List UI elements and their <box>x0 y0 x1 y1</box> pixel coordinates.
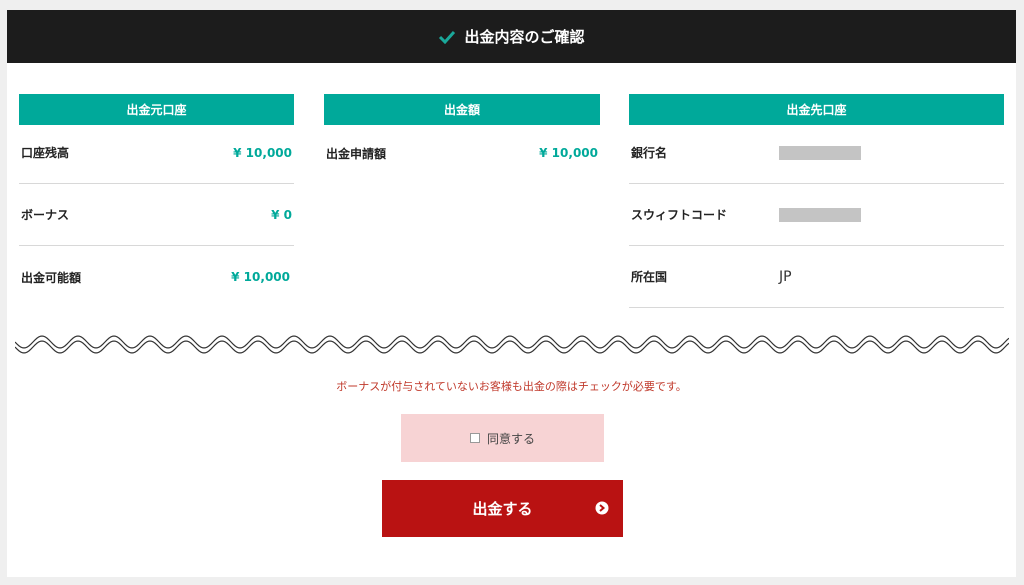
masked-bank-name <box>779 145 861 160</box>
agree-checkbox[interactable]: 同意する <box>401 414 604 462</box>
destination-account-heading: 出金先口座 <box>629 94 1004 125</box>
row-value: ¥ 10,000 <box>231 270 290 284</box>
source-row-balance: 口座残高 ¥ 10,000 <box>19 122 294 184</box>
checkmark-icon <box>438 30 456 44</box>
row-value: ¥ 0 <box>271 207 292 222</box>
source-row-bonus: ボーナス ¥ 0 <box>19 184 294 246</box>
amount-row-requested: 出金申請額 ¥ 10,000 <box>324 122 600 184</box>
notice-text: ボーナスが付与されていないお客様も出金の際はチェックが必要です。 <box>336 380 687 393</box>
row-label: 出金申請額 <box>326 146 387 161</box>
destination-row-bank: 銀行名 <box>629 122 1004 184</box>
row-label: 所在国 <box>631 270 668 284</box>
row-value: ¥ 10,000 <box>233 145 292 160</box>
row-label: 銀行名 <box>631 146 668 160</box>
destination-row-country: 所在国 JP <box>629 246 1004 308</box>
withdraw-button[interactable]: 出金する <box>382 480 623 537</box>
destination-row-swift: スウィフトコード <box>629 184 1004 246</box>
row-label: 出金可能額 <box>21 270 82 285</box>
masked-swift-code <box>779 207 861 222</box>
row-value: ¥ 10,000 <box>539 146 598 160</box>
checkbox-icon[interactable] <box>469 433 480 443</box>
wavy-divider <box>15 335 1009 354</box>
row-label: スウィフトコード <box>631 208 728 222</box>
confirmation-panel: 出金内容のご確認 出金元口座 口座残高 ¥ 10,000 ボーナス ¥ 0 出金… <box>7 10 1016 577</box>
source-account-heading: 出金元口座 <box>19 94 294 125</box>
agree-label: 同意する <box>486 431 535 446</box>
arrow-right-circle-icon <box>595 501 609 515</box>
page-header: 出金内容のご確認 <box>7 10 1016 63</box>
amount-heading: 出金額 <box>324 94 600 125</box>
source-row-withdrawable: 出金可能額 ¥ 10,000 <box>19 246 294 308</box>
withdraw-button-label: 出金する <box>472 500 533 518</box>
row-label: ボーナス <box>21 208 70 222</box>
row-label: 口座残高 <box>21 146 70 160</box>
page-title: 出金内容のご確認 <box>464 28 585 46</box>
row-value: JP <box>779 268 792 285</box>
